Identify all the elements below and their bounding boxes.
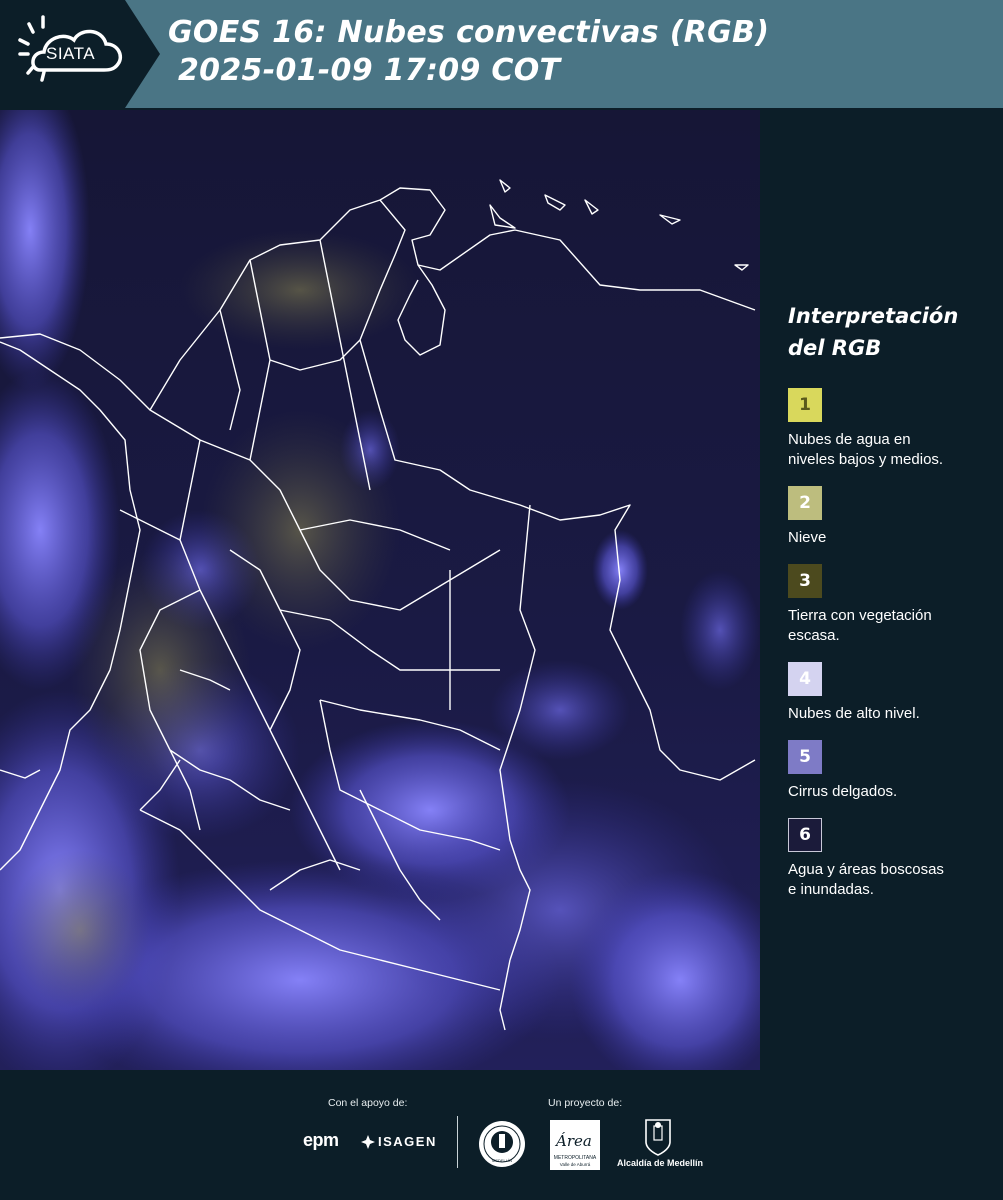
support-label: Con el apoyo de: [328,1097,408,1109]
legend-label-4: Nubes de alto nivel. [788,704,996,724]
legend-number-2: 2 [799,493,811,513]
title-product: GOES 16: Nubes convectivas (RGB) [168,15,770,50]
legend-label-3-line1: Tierra con vegetación [788,607,932,624]
page-title: GOES 16: Nubes convectivas (RGB) 2025-01… [168,14,769,90]
legend-label-3-line2: escasa. [788,627,840,644]
legend-label-6: Agua y áreas boscosas e inundadas. [788,860,996,900]
legend-swatch-6: 6 [788,818,822,852]
legend-number-4: 4 [799,669,811,689]
legend-label-1-line1: Nubes de agua en [788,431,911,448]
legend-label-1-line2: niveles bajos y medios. [788,451,944,468]
legend-item-1: 1 Nubes de agua en niveles bajos y medio… [788,388,996,470]
legend-label-2-line1: Nieve [788,529,827,546]
isagen-text: ISAGEN [378,1134,437,1149]
legend-title: Interpretación del RGB [788,300,996,364]
legend-number-3: 3 [799,571,811,591]
footer-divider [457,1116,458,1168]
legend-label-2: Nieve [788,528,996,548]
header-bar: SIATA GOES 16: Nubes convectivas (RGB) 2… [0,0,1003,108]
alcaldia-crest-icon [645,1119,671,1156]
legend-swatch-2: 2 [788,486,822,520]
metro-title: Área [556,1132,592,1150]
legend-swatch-4: 4 [788,662,822,696]
isagen-mark-icon [361,1135,375,1149]
seal-text: MEDELLÍN [491,1158,512,1163]
legend-swatch-5: 5 [788,740,822,774]
epm-logo[interactable]: epm [303,1130,339,1151]
legend-item-4: 4 Nubes de alto nivel. [788,662,996,724]
rgb-legend: Interpretación del RGB 1 Nubes de agua e… [776,300,996,900]
legend-item-5: 5 Cirrus delgados. [788,740,996,802]
logo-text: SIATA [46,44,96,63]
legend-label-5: Cirrus delgados. [788,782,996,802]
legend-number-5: 5 [799,747,811,767]
metro-line1: METROPOLITANA [553,1155,597,1161]
area-metropolitana-logo[interactable]: Área METROPOLITANA Valle de Aburrá [550,1120,600,1170]
legend-item-6: 6 Agua y áreas boscosas e inundadas. [788,818,996,900]
legend-item-2: 2 Nieve [788,486,996,548]
footer: Con el apoyo de: Un proyecto de: epm ISA… [0,1070,1003,1200]
legend-label-4-line1: Nubes de alto nivel. [788,705,920,722]
siata-logo[interactable]: SIATA [0,0,160,108]
legend-label-3: Tierra con vegetación escasa. [788,606,996,646]
title-timestamp: 2025-01-09 17:09 COT [178,53,561,88]
legend-label-5-line1: Cirrus delgados. [788,783,898,800]
legend-title-line2: del RGB [788,336,882,360]
legend-number-6: 6 [799,825,811,845]
legend-label-6-line1: Agua y áreas boscosas [788,861,944,878]
metro-line2: Valle de Aburrá [559,1162,591,1167]
legend-label-6-line2: e inundadas. [788,881,874,898]
legend-swatch-3: 3 [788,564,822,598]
alcaldia-logo[interactable]: Alcaldía de Medellín [610,1118,710,1174]
legend-item-3: 3 Tierra con vegetación escasa. [788,564,996,646]
satellite-image[interactable] [0,110,760,1070]
legend-title-line1: Interpretación [788,304,959,328]
project-label: Un proyecto de: [548,1097,623,1109]
alcaldia-text: Alcaldía de Medellín [616,1158,704,1168]
university-seal[interactable]: MEDELLÍN [478,1120,526,1168]
legend-number-1: 1 [799,395,811,415]
legend-label-1: Nubes de agua en niveles bajos y medios. [788,430,996,470]
legend-swatch-1: 1 [788,388,822,422]
